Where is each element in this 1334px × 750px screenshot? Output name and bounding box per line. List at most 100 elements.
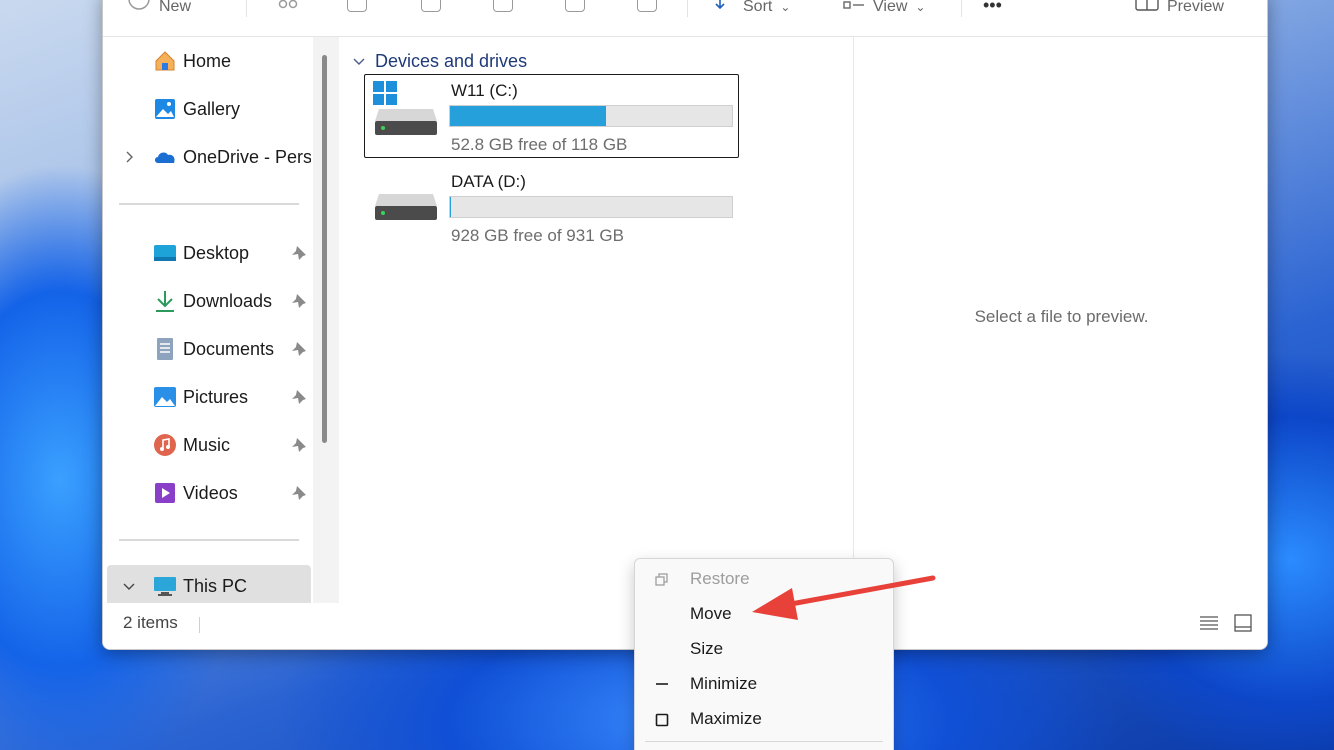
drive-name: W11 (C:) xyxy=(451,81,518,100)
maximize-icon xyxy=(655,713,669,727)
windows-drive-icon xyxy=(373,81,437,135)
home-icon xyxy=(155,51,175,71)
pin-icon[interactable] xyxy=(291,437,307,453)
rename-button[interactable] xyxy=(493,0,513,15)
music-icon xyxy=(154,434,176,456)
sidebar-divider xyxy=(119,203,299,205)
drive-usage-fill xyxy=(450,106,606,126)
command-bar: New Sort ⌄ View ⌄ ••• Preview xyxy=(103,0,1267,37)
delete-button[interactable] xyxy=(637,0,657,15)
menu-item-label: Minimize xyxy=(690,674,758,693)
new-icon xyxy=(128,0,150,10)
gallery-icon xyxy=(155,99,175,119)
view-button[interactable]: View ⌄ xyxy=(843,0,925,15)
drive-usage-bar xyxy=(449,196,733,218)
group-header[interactable]: Devices and drives xyxy=(353,51,527,72)
chevron-right-icon[interactable] xyxy=(123,151,135,163)
paste-button[interactable] xyxy=(421,0,441,15)
menu-item-minimize[interactable]: Minimize xyxy=(635,667,893,702)
drive-d[interactable]: DATA (D:) 928 GB free of 931 GB xyxy=(364,165,739,249)
sidebar-divider xyxy=(119,539,299,541)
menu-item-maximize[interactable]: Maximize xyxy=(635,702,893,737)
chevron-down-icon: ⌄ xyxy=(780,0,791,14)
paste-icon xyxy=(421,0,441,12)
share-icon xyxy=(565,0,585,12)
toolbar-divider xyxy=(687,0,688,17)
minimize-icon xyxy=(656,683,668,685)
sidebar-item-home[interactable]: Home xyxy=(103,41,313,81)
delete-icon xyxy=(637,0,657,12)
view-icon xyxy=(843,1,864,9)
share-button[interactable] xyxy=(565,0,585,15)
onedrive-icon xyxy=(155,152,175,163)
cut-button[interactable] xyxy=(277,0,299,15)
documents-icon xyxy=(157,338,173,360)
view-label: View xyxy=(873,0,908,15)
file-explorer-window[interactable]: New Sort ⌄ View ⌄ ••• Preview Home Galle… xyxy=(102,0,1268,650)
drive-usage-bar xyxy=(449,105,733,127)
copy-icon xyxy=(347,0,367,12)
videos-icon xyxy=(155,483,175,503)
sort-button[interactable]: Sort ⌄ xyxy=(715,0,790,15)
menu-item-size[interactable]: Size xyxy=(635,632,893,667)
sidebar-item-downloads[interactable]: Downloads xyxy=(103,281,313,321)
sidebar-item-videos[interactable]: Videos xyxy=(103,473,313,513)
pin-icon[interactable] xyxy=(291,389,307,405)
new-button[interactable]: New xyxy=(127,0,191,15)
tiles-view-icon[interactable] xyxy=(1233,613,1253,633)
sidebar-item-label: Home xyxy=(183,50,232,71)
chevron-down-icon[interactable] xyxy=(353,56,365,68)
desktop-folder-icon xyxy=(154,245,176,261)
more-options-button[interactable]: ••• xyxy=(983,0,1002,15)
preview-pane-button[interactable]: Preview xyxy=(1135,0,1224,15)
navigation-scrollbar[interactable] xyxy=(313,37,339,603)
downloads-icon xyxy=(156,291,174,312)
preview-message: Select a file to preview. xyxy=(974,307,1149,326)
toolbar-divider xyxy=(246,0,247,17)
sidebar-item-onedrive[interactable]: OneDrive - Perso xyxy=(103,137,313,177)
hard-drive-icon xyxy=(375,194,437,220)
drive-usage-fill xyxy=(450,197,451,217)
drive-free-space: 52.8 GB free of 118 GB xyxy=(451,135,628,154)
cut-icon xyxy=(278,0,298,9)
restore-icon xyxy=(655,573,668,586)
sidebar-item-label: This PC xyxy=(183,575,248,596)
sidebar-item-label: Gallery xyxy=(183,98,241,119)
copy-button[interactable] xyxy=(347,0,367,15)
preview-pane: Select a file to preview. xyxy=(853,37,1267,603)
item-count: 2 items xyxy=(123,613,178,632)
pin-icon[interactable] xyxy=(291,485,307,501)
drive-c[interactable]: W11 (C:) 52.8 GB free of 118 GB xyxy=(364,74,739,158)
preview-label: Preview xyxy=(1167,0,1224,15)
sidebar-item-label: OneDrive - Perso xyxy=(183,146,311,167)
drive-name: DATA (D:) xyxy=(451,172,526,191)
file-list-pane: Devices and drives W11 (C:) 52.8 GB free… xyxy=(339,37,853,603)
annotation-arrow-icon xyxy=(752,575,936,620)
details-view-icon[interactable] xyxy=(1199,613,1219,633)
sidebar-item-gallery[interactable]: Gallery xyxy=(103,89,313,129)
menu-item-label: Maximize xyxy=(690,709,762,728)
drive-free-space: 928 GB free of 931 GB xyxy=(451,226,624,245)
sidebar-item-pictures[interactable]: Pictures xyxy=(103,377,313,417)
menu-item-label: Move xyxy=(690,604,732,623)
sidebar-item-documents[interactable]: Documents xyxy=(103,329,313,369)
chevron-down-icon: ⌄ xyxy=(915,0,926,14)
scrollbar-thumb[interactable] xyxy=(322,55,327,443)
navigation-pane: Home Gallery OneDrive - Perso Desktop Do… xyxy=(103,37,339,607)
menu-item-label: Size xyxy=(690,639,724,658)
pin-icon[interactable] xyxy=(291,341,307,357)
sort-icon xyxy=(715,0,725,10)
sort-label: Sort xyxy=(743,0,773,15)
chevron-down-icon[interactable] xyxy=(123,580,135,592)
new-label: New xyxy=(159,0,192,15)
status-divider xyxy=(199,617,200,633)
pin-icon[interactable] xyxy=(291,245,307,261)
sidebar-item-this-pc[interactable]: This PC xyxy=(107,565,311,607)
rename-icon xyxy=(493,0,513,12)
preview-pane-icon xyxy=(1135,0,1159,11)
pin-icon[interactable] xyxy=(291,293,307,309)
more-icon: ••• xyxy=(983,0,1002,15)
group-title: Devices and drives xyxy=(375,51,528,71)
sidebar-item-music[interactable]: Music xyxy=(103,425,313,465)
sidebar-item-desktop[interactable]: Desktop xyxy=(103,233,313,273)
